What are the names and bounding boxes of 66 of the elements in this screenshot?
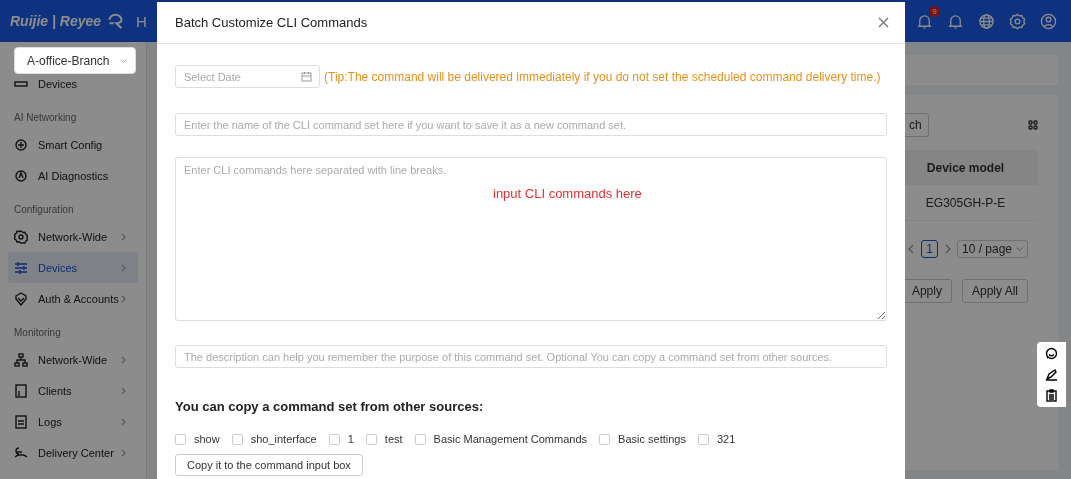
calendar-icon [301,71,312,82]
checkbox[interactable] [328,433,340,445]
sidebar-item[interactable]: AI Diagnostics [8,160,138,191]
hierarchy-icon [14,352,28,367]
close-icon[interactable] [878,17,889,28]
settings-icon [14,229,28,244]
column-header: Device model [925,160,1006,175]
sidebar-item[interactable]: Devices [8,252,138,283]
sidebar-item[interactable]: Smart Config [8,129,138,160]
pen-icon[interactable] [1045,368,1058,381]
annotation-text: input CLI commands here [493,186,642,201]
nav-link[interactable]: H [136,12,147,30]
document-icon [14,414,28,429]
logo-mark-icon [107,12,125,30]
checkbox-label: Basic settings [618,433,686,445]
notification-badge: 9 [929,5,940,17]
sidebar-item[interactable]: Logs [8,406,138,437]
tip-text: (Tip:The command will be delivered immediately if you do not set the scheduled command delivery time.) [324,69,881,84]
logo: Ruijie | Reyee [10,13,102,29]
checkbox[interactable] [697,433,709,445]
user-icon[interactable] [1040,12,1057,30]
checkbox-label: Basic Management Commands [433,433,588,445]
chevron-down-icon [1016,244,1023,254]
project-select[interactable]: A-office-Branch [14,47,136,74]
action-button[interactable]: Apply All [961,279,1028,303]
sidebar-item[interactable]: Clients [8,375,138,406]
table-cell-text: EG305GH-P-E [924,195,1007,210]
checkbox-label: sho_interface [250,433,317,445]
input-field[interactable]: Enter the name of the CLI command set here if you want to save it as a new command set. [175,113,887,136]
checkbox[interactable] [365,433,377,445]
section-heading: Configuration [13,203,75,217]
sidebar-item[interactable]: Delivery Center [8,437,138,468]
shield-icon [14,291,28,306]
ai-icon [14,168,28,183]
chevron-left-icon[interactable] [908,244,916,254]
input-field[interactable]: The description can help you remember the purpose of this command set. Optional You can copy a command set from other sources. [175,345,887,368]
clipboard-icon[interactable] [1045,389,1058,402]
globe-icon[interactable] [978,12,995,30]
checkbox[interactable] [231,433,243,445]
bell-icon[interactable] [947,12,964,30]
sidebar-item[interactable]: Network-Wide [8,344,138,375]
checkbox[interactable] [599,433,611,445]
sidebar-item[interactable]: Auth & Accounts [8,283,138,314]
page-button[interactable]: 1 [921,240,938,258]
sliders-icon [14,260,28,275]
date-field[interactable]: Select Date [175,65,320,88]
plus-circle-icon [14,137,28,152]
checkbox-label: 1 [347,433,354,445]
modal-title: Batch Customize CLI Commands [175,15,368,30]
section-heading: AI Networking [13,111,78,125]
bell-icon[interactable] [916,12,933,30]
chevron-right-icon[interactable] [943,244,951,254]
settings-icon[interactable] [1009,12,1026,30]
tablet-icon [14,383,28,398]
section-heading: Monitoring [13,326,62,340]
checkbox[interactable] [175,433,186,445]
sidebar-item[interactable]: Network-Wide [8,221,138,252]
section-heading: You can copy a command set from other sources: [175,399,485,414]
checkbox-label: 321 [716,433,736,445]
checkbox[interactable] [414,433,426,445]
grid-icon[interactable] [1028,120,1038,130]
checkbox-label: test [384,433,403,445]
copy-button[interactable]: Copy it to the command input box [175,454,363,476]
chat-icon[interactable] [1045,347,1058,360]
page-size-select[interactable]: 10 / page [956,240,1028,258]
checkbox-label: show [194,433,220,445]
